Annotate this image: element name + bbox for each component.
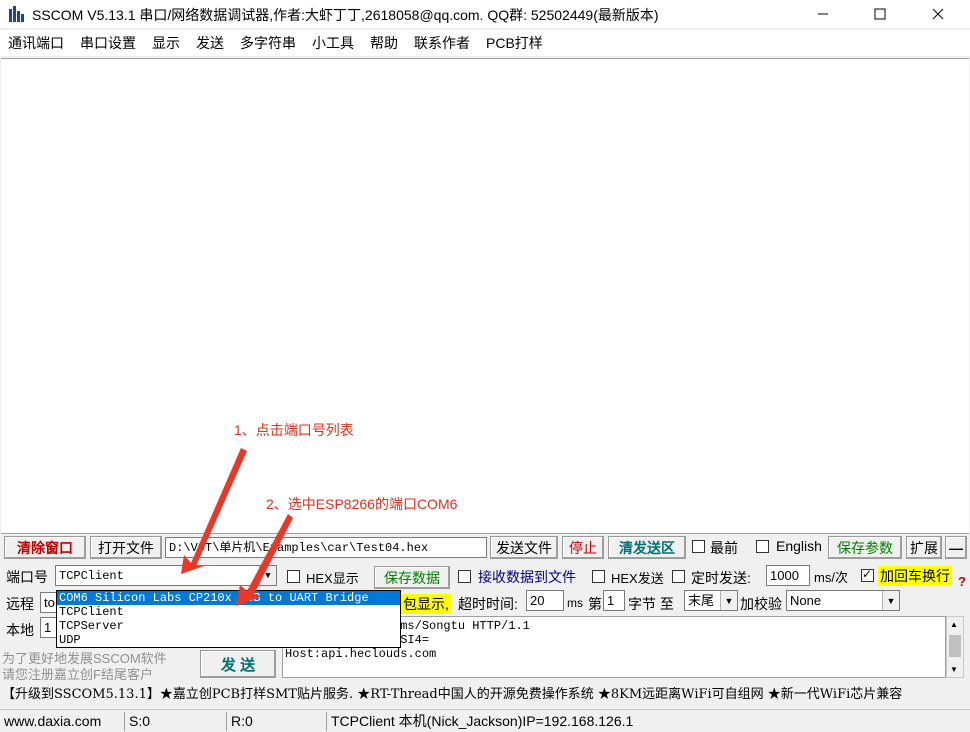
minimize-button[interactable] <box>800 0 846 28</box>
hex-send-checkbox[interactable] <box>592 570 605 583</box>
english-label: English <box>776 538 822 554</box>
port-option-com6[interactable]: COM6 Silicon Labs CP210x USB to UART Bri… <box>57 591 400 605</box>
maximize-button[interactable] <box>857 0 903 28</box>
port-option-tcpserver[interactable]: TCPServer <box>57 619 400 633</box>
collapse-button[interactable]: — <box>945 536 967 559</box>
status-website[interactable]: www.daxia.com <box>0 712 101 731</box>
minimize-icon <box>818 13 828 15</box>
scroll-up-icon[interactable]: ▲ <box>950 620 958 629</box>
promo-line2: 请您注册嘉立创F结尾客户 <box>2 667 153 682</box>
recv-to-file-checkbox[interactable] <box>458 570 471 583</box>
menu-contact-author[interactable]: 联系作者 <box>406 33 478 53</box>
app-icon <box>9 6 24 22</box>
packet-display-label: 包显示, <box>401 594 451 614</box>
checksum-select-value: None <box>790 593 822 608</box>
timeout-unit: ms <box>567 596 583 610</box>
hex-display-label: HEX显示 <box>306 571 359 586</box>
menu-serial-settings[interactable]: 串口设置 <box>72 33 144 53</box>
nth-label: 第 <box>588 596 602 612</box>
port-select-value: TCPClient <box>59 569 124 583</box>
close-button[interactable] <box>915 0 961 28</box>
menu-multi-string[interactable]: 多字符串 <box>232 33 304 53</box>
port-option-tcpclient[interactable]: TCPClient <box>57 605 400 619</box>
timed-send-label: 定时发送: <box>691 570 751 586</box>
hex-send-label: HEX发送 <box>611 571 664 586</box>
status-bar: www.daxia.com S:0 R:0 TCPClient 本机(Nick_… <box>0 709 970 732</box>
menu-bar: 通讯端口 串口设置 显示 发送 多字符串 小工具 帮助 联系作者 PCB打样 <box>0 30 970 56</box>
send-scrollbar[interactable]: ▲ ▼ <box>946 616 964 678</box>
checksum-label: 加校验 <box>740 596 782 612</box>
interval-input[interactable]: 1000 <box>766 565 810 586</box>
send-button[interactable]: 发 送 <box>200 650 276 678</box>
english-checkbox[interactable] <box>756 540 769 553</box>
title-bar: SSCOM V5.13.1 串口/网络数据调试器,作者:大虾丁丁,2618058… <box>0 0 970 28</box>
status-received: R:0 <box>226 712 253 731</box>
chevron-down-icon[interactable]: ▼ <box>720 591 737 610</box>
open-file-button[interactable]: 打开文件 <box>90 536 162 559</box>
status-sent: S:0 <box>124 712 150 731</box>
receive-area[interactable] <box>1 58 969 534</box>
timed-send-checkbox[interactable] <box>672 570 685 583</box>
status-connection: TCPClient 本机(Nick_Jackson)IP=192.168.126… <box>326 712 633 731</box>
chevron-down-icon[interactable]: ▼ <box>259 566 276 585</box>
stop-button[interactable]: 停止 <box>562 536 604 559</box>
save-params-button[interactable]: 保存参数 <box>828 536 902 559</box>
file-path-field[interactable]: D:\VOT\单片机\Examples\car\Test04.hex <box>165 537 487 558</box>
menu-help[interactable]: 帮助 <box>362 33 406 53</box>
clear-window-button[interactable]: 清除窗口 <box>4 536 86 559</box>
end-select-value: 末尾 <box>688 593 715 608</box>
add-crlf-label: 加回车换行 <box>878 566 952 586</box>
menu-comm-port[interactable]: 通讯端口 <box>0 33 72 53</box>
close-icon <box>932 8 944 20</box>
chevron-down-icon[interactable]: ▼ <box>882 591 899 610</box>
topmost-checkbox[interactable] <box>692 540 705 553</box>
news-ticker[interactable]: 【升级到SSCOM5.13.1】★嘉立创PCB打样SMT贴片服务. ★RT-Th… <box>0 684 970 706</box>
menu-tools[interactable]: 小工具 <box>304 33 362 53</box>
port-option-udp[interactable]: UDP <box>57 633 400 647</box>
annotation-step2: 2、选中ESP8266的端口COM6 <box>266 496 458 512</box>
send-file-button[interactable]: 发送文件 <box>490 536 558 559</box>
port-dropdown-list: COM6 Silicon Labs CP210x USB to UART Bri… <box>56 590 401 648</box>
remote-label: 远程 <box>6 596 34 612</box>
port-select[interactable]: TCPClient ▼ <box>55 565 277 586</box>
recv-to-file-label: 接收数据到文件 <box>478 569 576 585</box>
scroll-thumb[interactable] <box>949 635 961 657</box>
maximize-icon <box>874 8 886 20</box>
checksum-select[interactable]: None ▼ <box>786 590 900 611</box>
topmost-label: 最前 <box>710 540 738 556</box>
menu-display[interactable]: 显示 <box>144 33 188 53</box>
timeout-input[interactable]: 20 <box>526 590 564 611</box>
add-crlf-checkbox[interactable] <box>861 567 874 582</box>
clear-send-button[interactable]: 清发送区 <box>608 536 686 559</box>
nth-input[interactable]: 1 <box>603 590 625 611</box>
byte-label: 字节 至 <box>628 596 674 612</box>
expand-button[interactable]: 扩展 <box>906 536 942 559</box>
window-title: SSCOM V5.13.1 串口/网络数据调试器,作者:大虾丁丁,2618058… <box>32 7 659 23</box>
menu-pcb[interactable]: PCB打样 <box>478 33 551 53</box>
scroll-down-icon[interactable]: ▼ <box>950 665 958 674</box>
port-label: 端口号 <box>6 569 48 585</box>
local-label: 本地 <box>6 622 34 638</box>
save-data-button[interactable]: 保存数据 <box>374 566 450 589</box>
hex-display-checkbox[interactable] <box>287 570 300 583</box>
help-icon[interactable]: ? <box>958 574 966 589</box>
timeout-label: 超时时间: <box>458 596 518 612</box>
menu-send[interactable]: 发送 <box>188 33 232 53</box>
end-select[interactable]: 末尾 ▼ <box>684 590 738 611</box>
interval-unit: ms/次 <box>814 570 848 585</box>
annotation-step1: 1、点击端口号列表 <box>234 422 354 438</box>
